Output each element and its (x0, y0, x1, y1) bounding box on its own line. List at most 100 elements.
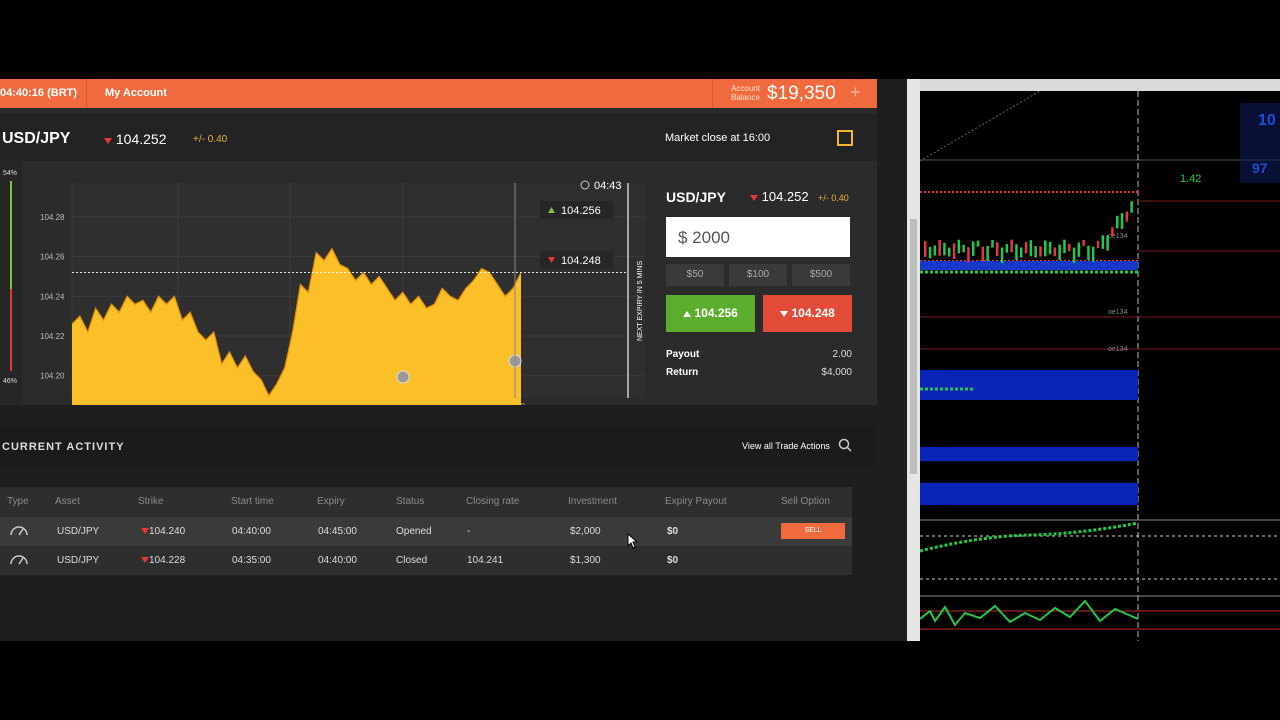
candle (991, 240, 994, 248)
mt4-chart-window[interactable]: 10 97 1.42 oe134 oe134 oe134 (919, 79, 1280, 641)
candle (957, 239, 961, 254)
candle (928, 246, 932, 259)
gauge-icon (10, 526, 28, 536)
cell-closing: 104.241 (467, 555, 504, 566)
col-status: Status (396, 496, 425, 507)
preset-100-button[interactable]: $100 (729, 264, 787, 286)
candle (1130, 201, 1133, 213)
up-arrow-icon (683, 311, 692, 317)
activity-header: CURRENT ACTIVITY View all Trade Actions (0, 427, 877, 467)
put-button[interactable]: 104.248 (763, 295, 852, 332)
trade-panel: USD/JPY 104.252 +/- 0.40 $ 2000 $50 $100… (660, 161, 870, 405)
candle (952, 243, 956, 260)
table-row[interactable]: USD/JPY 104.228 04:35:00 04:40:00 Closed… (0, 546, 852, 575)
activity-title: CURRENT ACTIVITY (2, 441, 125, 453)
cell-status: Closed (396, 555, 428, 566)
asset-name[interactable]: USD/JPY (2, 130, 70, 148)
candle (1024, 242, 1028, 254)
candle (1000, 247, 1004, 264)
mt4-indicator-chart: 10 97 1.42 oe134 oe134 oe134 (919, 90, 1280, 641)
col-closing: Closing rate (466, 496, 520, 507)
search-icon[interactable] (838, 438, 852, 452)
cell-strike: 104.240 (141, 526, 185, 537)
asset-header: USD/JPY 104.252 +/- 0.40 Market close at… (0, 114, 877, 161)
cell-payout: $0 (667, 526, 679, 537)
timer-label: 04:43 (594, 180, 622, 192)
mt4-label: 10 (1258, 112, 1276, 129)
candle (1044, 240, 1047, 257)
y-tick-label: 104.20 (40, 372, 65, 381)
cell-expiry: 04:40:00 (318, 555, 357, 566)
account-balance: $19,350 (767, 83, 836, 104)
col-payout: Expiry Payout (665, 496, 727, 507)
price-chart[interactable]: 104.28104.26104.24104.22104.20104.18104.… (0, 161, 660, 405)
trade-marker (396, 370, 410, 384)
mt4-level-label: oe134 (1108, 346, 1128, 353)
candle (1077, 242, 1081, 257)
trading-platform: 04:40:16 (BRT) My Account Account Balance… (0, 79, 907, 641)
preset-500-button[interactable]: $500 (792, 264, 850, 286)
candle (972, 241, 975, 256)
candle (1087, 245, 1090, 261)
cell-closing: - (467, 526, 471, 537)
col-strike: Strike (138, 496, 164, 507)
asset-rate: 104.252 (104, 131, 167, 147)
candle (938, 239, 941, 256)
cell-start: 04:40:00 (232, 526, 271, 537)
sentiment-low-label: 46% (3, 378, 17, 385)
cell-payout: $0 (667, 555, 679, 566)
mouse-cursor (627, 532, 638, 549)
divider (86, 79, 87, 108)
deposit-plus-button[interactable]: + (850, 82, 861, 103)
calendar-icon[interactable] (837, 130, 853, 146)
table-row[interactable]: USD/JPY 104.240 04:40:00 04:45:00 Opened… (0, 517, 852, 546)
candle (1072, 247, 1076, 263)
down-arrow-icon (104, 138, 112, 144)
candle (981, 246, 985, 262)
cell-investment: $2,000 (570, 526, 601, 537)
candle (1034, 246, 1037, 258)
call-price-label: 104.256 (561, 205, 601, 217)
mt4-price-tag: 1.42 (1180, 173, 1201, 185)
col-investment: Investment (568, 496, 617, 507)
candle (1020, 247, 1023, 258)
trade-rate: 104.252 (750, 189, 809, 204)
scrollbar-thumb[interactable] (910, 219, 917, 474)
cell-status: Opened (396, 526, 432, 537)
candle (943, 242, 946, 256)
preset-50-button[interactable]: $50 (666, 264, 724, 286)
candle (1015, 244, 1018, 261)
expiry-label: NEXT EXPIRY IN 5 MINS (637, 261, 644, 341)
return-value: $4,000 (821, 367, 852, 378)
candle (948, 247, 951, 257)
candle (1048, 241, 1052, 255)
y-tick-label: 104.22 (40, 332, 65, 341)
candle (1101, 235, 1105, 249)
cell-expiry: 04:45:00 (318, 526, 357, 537)
down-arrow-icon (141, 557, 149, 563)
col-asset: Asset (55, 496, 81, 507)
cell-investment: $1,300 (570, 555, 601, 566)
view-all-link[interactable]: View all Trade Actions (742, 441, 830, 451)
candle (924, 241, 927, 257)
gauge-icon (10, 555, 28, 565)
payout-label: Payout (666, 349, 700, 360)
amount-input[interactable]: $ 2000 (666, 217, 850, 257)
put-price-label: 104.248 (561, 255, 601, 267)
candle (1111, 227, 1114, 236)
call-button[interactable]: 104.256 (666, 295, 755, 332)
scrollbar[interactable] (907, 79, 920, 641)
candle (986, 245, 989, 262)
my-account-link[interactable]: My Account (105, 87, 167, 99)
balance-label: Account Balance (731, 84, 760, 102)
candle (1125, 211, 1129, 222)
candle (996, 242, 999, 256)
candle (933, 245, 937, 256)
asset-change: +/- 0.40 (193, 134, 228, 145)
col-start: Start time (231, 496, 274, 507)
candle (1106, 235, 1109, 251)
y-tick-label: 104.26 (40, 253, 65, 262)
sell-button[interactable]: SELL (781, 523, 845, 539)
candle (1039, 246, 1042, 257)
candle (967, 247, 970, 263)
